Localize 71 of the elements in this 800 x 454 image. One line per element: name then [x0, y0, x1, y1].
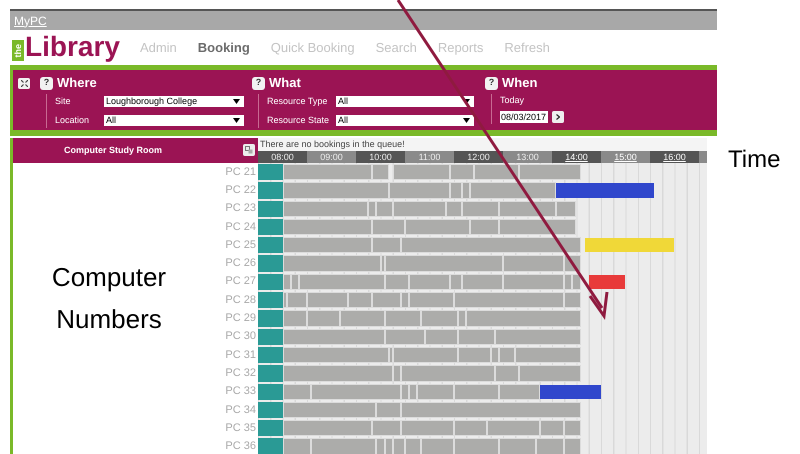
- dropdown-field[interactable]: All: [336, 114, 474, 126]
- booking-block[interactable]: [572, 274, 581, 290]
- annotation-label: Computer Numbers: [50, 261, 168, 336]
- session-block[interactable]: [258, 164, 282, 180]
- field-label: Site: [55, 95, 72, 108]
- field-label: Resource Type: [267, 95, 328, 108]
- dropdown-caret-icon: [463, 118, 470, 123]
- date-field[interactable]: 08/03/2017: [500, 111, 548, 123]
- booking-block[interactable]: [498, 200, 556, 217]
- booking-block[interactable]: [400, 237, 581, 254]
- computer-label: PC 24: [225, 222, 256, 233]
- session-block[interactable]: [258, 218, 282, 236]
- help-icon[interactable]: ?: [252, 76, 265, 90]
- hour-header: 08:00: [258, 151, 307, 163]
- logo-badge: the: [12, 40, 24, 61]
- computer-label: PC 33: [225, 386, 256, 398]
- session-block[interactable]: [258, 274, 282, 290]
- session-block[interactable]: [258, 402, 282, 418]
- session-block[interactable]: [258, 237, 282, 254]
- dropdown-field[interactable]: All: [104, 114, 244, 126]
- computer-label: PC 29: [225, 313, 256, 324]
- computer-label: PC 28: [225, 294, 256, 306]
- help-icon[interactable]: ?: [40, 76, 53, 90]
- session-block[interactable]: [258, 420, 282, 436]
- section-title: What: [269, 74, 301, 92]
- computer-label: PC 30: [225, 331, 256, 342]
- session-block[interactable]: [258, 200, 282, 217]
- computer-label: PC 22: [225, 184, 256, 196]
- nav-link[interactable]: Booking: [198, 38, 250, 57]
- field-label: Today: [500, 95, 526, 106]
- dropdown-caret-icon: [463, 99, 470, 104]
- dropdown-field[interactable]: All: [336, 96, 474, 108]
- session-block[interactable]: [258, 384, 282, 400]
- computer-label: PC 25: [225, 240, 256, 251]
- room-title: Computer Study Room: [63, 144, 163, 157]
- hour-header[interactable]: 14:00: [552, 151, 601, 163]
- computer-label: PC 23: [225, 203, 256, 214]
- computer-label: PC 26: [225, 258, 256, 270]
- room-settings-icon[interactable]: [243, 144, 255, 156]
- logo-text: Library: [25, 31, 120, 63]
- help-icon[interactable]: ?: [485, 76, 498, 90]
- annotation-label: Time: [728, 145, 780, 175]
- hour-header: 10:00: [356, 151, 405, 163]
- computer-label: PC 35: [225, 422, 256, 434]
- section-title: Where: [57, 74, 97, 92]
- hour-header: 12:00: [454, 151, 503, 163]
- computer-label: PC 21: [225, 166, 256, 178]
- dropdown-caret-icon: [233, 118, 240, 123]
- hour-header[interactable]: 16:00: [650, 151, 699, 163]
- section-title: When: [502, 74, 538, 92]
- booking-block[interactable]: [498, 218, 576, 236]
- computer-label: PC 34: [225, 404, 256, 416]
- session-block[interactable]: [258, 328, 282, 345]
- computer-label: PC 32: [225, 368, 256, 379]
- dropdown-caret-icon: [233, 99, 240, 104]
- chevron-right-icon: [556, 114, 560, 120]
- booking-block[interactable]: [470, 182, 556, 199]
- dropdown-field[interactable]: Loughborough College: [104, 96, 244, 108]
- field-label: Resource State: [267, 114, 330, 126]
- session-block[interactable]: [258, 346, 282, 364]
- booking-block[interactable]: [474, 164, 520, 180]
- queue-message: There are no bookings in the queue!: [258, 138, 707, 151]
- reservation-block[interactable]: [540, 384, 601, 399]
- reservation-block[interactable]: [588, 274, 626, 290]
- computer-label: PC 27: [225, 276, 256, 288]
- computer-label: PC 36: [225, 441, 256, 452]
- session-block[interactable]: [258, 292, 282, 308]
- computer-label: PC 31: [225, 350, 256, 361]
- field-label: Location: [55, 114, 90, 126]
- expand-icon[interactable]: [18, 78, 30, 89]
- next-day-button[interactable]: [552, 111, 564, 123]
